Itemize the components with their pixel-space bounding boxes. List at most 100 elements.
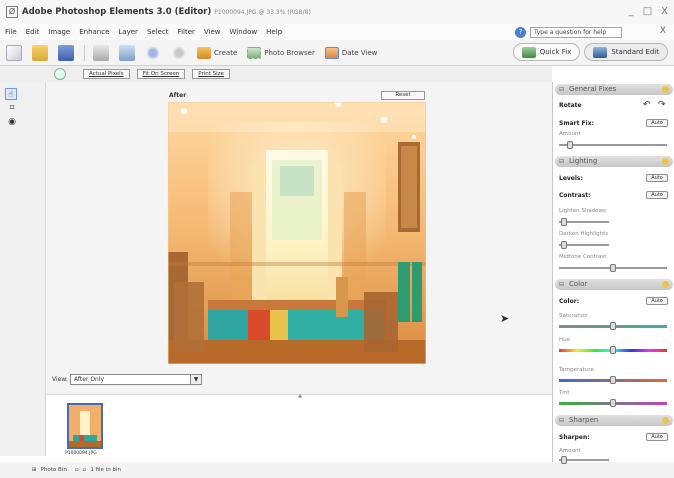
menu-file[interactable]: File [5, 28, 17, 36]
menu-window[interactable]: Window [230, 28, 258, 36]
document-info: P1000094.JPG @ 33.3% (RGB/8) [214, 8, 311, 16]
color-header[interactable]: ⊟ Color [555, 279, 673, 290]
color-auto-button[interactable]: Auto [646, 297, 668, 305]
photo-bin-label[interactable]: Photo Bin [41, 467, 67, 473]
menu-help[interactable]: Help [266, 28, 282, 36]
slider-knob[interactable] [610, 399, 616, 407]
view-select-value: After Only [74, 376, 105, 383]
document-image[interactable] [168, 102, 426, 364]
sharpen-amount-label: Amount [559, 448, 581, 454]
levels-auto-button[interactable]: Auto [646, 174, 668, 182]
actual-pixels-button[interactable]: Actual Pixels [83, 69, 130, 79]
reset-button[interactable]: Reset [381, 91, 425, 100]
slider-knob[interactable] [610, 264, 616, 272]
photo-bin: ▲ P1000094.JPG [46, 394, 552, 456]
lighting-title: Lighting [569, 157, 598, 165]
restore-button[interactable]: □ [643, 6, 652, 17]
darken-highlights-label: Darken Highlights [559, 231, 609, 237]
photo-browser-icon [247, 46, 262, 59]
menu-edit[interactable]: Edit [26, 28, 40, 36]
bin-grip-handle[interactable]: ▲ [292, 394, 308, 399]
help-search-input[interactable]: Type a question for help [530, 27, 622, 38]
darken-highlights-slider[interactable] [559, 241, 609, 249]
sharpen-auto-button[interactable]: Auto [646, 433, 668, 441]
help-bulb-icon[interactable] [662, 281, 669, 288]
slider-knob[interactable] [610, 346, 616, 354]
thumbnail-label: P1000094.JPG [65, 451, 97, 456]
lighting-header[interactable]: ⊟ Lighting [555, 156, 673, 167]
create-button[interactable]: Create [197, 46, 237, 59]
help-bulb-icon[interactable] [662, 86, 669, 93]
email-icon[interactable] [119, 44, 135, 61]
rotate-left-icon[interactable]: ↶ [643, 100, 654, 110]
slider-knob[interactable] [610, 376, 616, 384]
help-bulb-icon[interactable] [662, 158, 669, 165]
save-icon[interactable] [58, 44, 74, 61]
sharpen-amount-slider[interactable] [559, 456, 609, 464]
quick-fix-tab[interactable]: Quick Fix [512, 43, 581, 61]
slider-knob[interactable] [566, 141, 573, 149]
smart-fix-auto-button[interactable]: Auto [646, 119, 668, 127]
after-label: After [169, 92, 187, 99]
midtone-contrast-slider[interactable] [559, 264, 667, 272]
contrast-auto-button[interactable]: Auto [646, 191, 668, 199]
sharpen-label: Sharpen: [559, 434, 590, 441]
hue-slider[interactable] [559, 346, 667, 354]
crop-tool-icon[interactable]: ⌗ [6, 102, 18, 114]
slider-knob[interactable] [610, 322, 616, 330]
print-size-button[interactable]: Print Size [192, 69, 230, 79]
menu-filter[interactable]: Filter [178, 28, 195, 36]
chevron-down-icon[interactable]: ▼ [190, 375, 201, 384]
saturation-label: Saturation [559, 313, 588, 319]
view-select[interactable]: After Only ▼ [70, 374, 202, 385]
standard-edit-label: Standard Edit [611, 48, 659, 56]
standard-edit-tab[interactable]: Standard Edit [584, 43, 668, 61]
photo-thumbnail[interactable] [67, 403, 103, 449]
collapse-icon[interactable]: ⊟ [559, 415, 564, 426]
collapse-icon[interactable]: ⊟ [559, 84, 564, 95]
menu-image[interactable]: Image [48, 28, 70, 36]
minimize-button[interactable]: _ [629, 6, 634, 17]
temperature-slider[interactable] [559, 376, 667, 384]
collapse-icon[interactable]: ⊟ [559, 156, 564, 167]
rotate-right-icon[interactable]: ↷ [658, 100, 669, 110]
slider-knob[interactable] [561, 241, 567, 249]
options-bar: Actual Pixels Fit On Screen Print Size [0, 66, 552, 82]
lighten-shadows-slider[interactable] [559, 218, 609, 226]
undo-icon[interactable] [145, 44, 161, 61]
quick-fix-palette: ⊟ General Fixes Rotate ↶ ↷ Smart Fix: Au… [552, 82, 674, 464]
sharpen-header[interactable]: ⊟ Sharpen [555, 415, 673, 426]
general-fixes-header[interactable]: ⊟ General Fixes [555, 84, 673, 95]
photo-browser-button[interactable]: Photo Browser [247, 46, 315, 59]
menu-enhance[interactable]: Enhance [79, 28, 109, 36]
new-icon[interactable] [6, 44, 22, 61]
hand-tool-icon[interactable]: ☝ [5, 88, 17, 100]
collapse-icon[interactable]: ⊟ [559, 279, 564, 290]
open-icon[interactable] [32, 44, 48, 61]
midtone-contrast-label: Midtone Contrast [559, 254, 607, 260]
close-button[interactable]: X [661, 6, 668, 17]
date-view-button[interactable]: Date View [324, 46, 378, 59]
smart-fix-amount-slider[interactable] [559, 141, 667, 149]
bin-options-icon[interactable]: ▫ [75, 467, 79, 473]
date-view-label: Date View [341, 48, 378, 57]
slider-knob[interactable] [561, 456, 567, 464]
tint-slider[interactable] [559, 399, 667, 407]
divider [84, 44, 85, 61]
red-eye-tool-icon[interactable]: ◉ [6, 116, 18, 128]
date-view-icon [324, 46, 339, 59]
photo-bin-toggle-icon[interactable]: ⊞ [32, 467, 37, 473]
quick-fix-icon [521, 46, 536, 58]
window-title: Adobe Photoshop Elements 3.0 (Editor) [22, 7, 212, 17]
help-bulb-icon[interactable] [662, 417, 669, 424]
menu-select[interactable]: Select [147, 28, 169, 36]
slider-knob[interactable] [561, 218, 567, 226]
fit-on-screen-button[interactable]: Fit On Screen [136, 69, 186, 79]
redo-icon[interactable] [171, 44, 187, 61]
menu-layer[interactable]: Layer [118, 28, 138, 36]
help-close-icon[interactable]: X [660, 26, 666, 36]
title-bar: Ø Adobe Photoshop Elements 3.0 (Editor) … [0, 0, 674, 24]
menu-view[interactable]: View [204, 28, 221, 36]
print-icon[interactable] [93, 44, 109, 61]
saturation-slider[interactable] [559, 322, 667, 330]
